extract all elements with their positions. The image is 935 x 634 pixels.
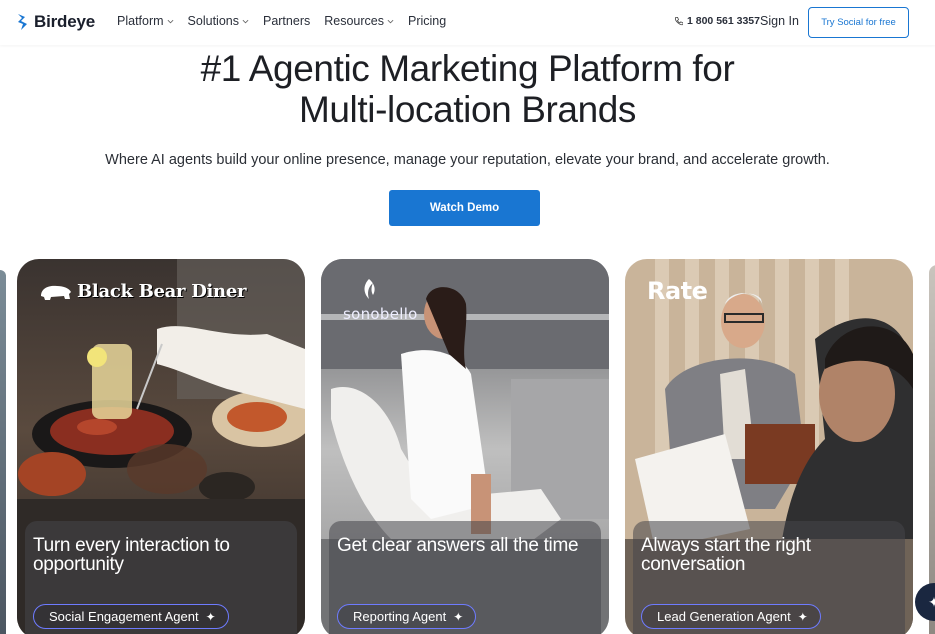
menu-label: Platform xyxy=(117,14,164,28)
main-menu: Platform Solutions Partners Resources Pr… xyxy=(117,14,460,28)
top-navigation: Birdeye Platform Solutions Partners Reso… xyxy=(0,0,935,45)
brand-name: Black Bear Diner xyxy=(77,281,247,302)
menu-item-partners[interactable]: Partners xyxy=(263,14,310,28)
watch-demo-button[interactable]: Watch Demo xyxy=(389,190,540,226)
phone-icon xyxy=(675,16,683,26)
sign-in-link[interactable]: Sign In xyxy=(760,14,799,28)
agent-pill-reporting[interactable]: Reporting Agent ✦ xyxy=(337,604,477,629)
logo-text: Birdeye xyxy=(34,12,95,31)
menu-label: Solutions xyxy=(187,14,239,28)
card-title: Always start the right conversation xyxy=(641,535,811,575)
brand-logo-sonobello: sonobello xyxy=(343,279,418,323)
chevron-down-icon xyxy=(242,19,249,23)
chat-widget-button[interactable]: ✦ xyxy=(915,583,935,621)
brand-name: sonobello xyxy=(343,305,418,323)
card-title: Turn every interaction to opportunity xyxy=(33,535,230,575)
carousel-card-lead-generation[interactable]: Rate Always start the right conversation… xyxy=(625,259,913,634)
agent-pill-lead-generation[interactable]: Lead Generation Agent ✦ xyxy=(641,604,821,629)
headline-line-2: Multi-location Brands xyxy=(298,89,637,130)
sparkle-icon: ✦ xyxy=(797,609,808,624)
sparkle-icon: ✦ xyxy=(453,609,464,624)
hero-headline: #1 Agentic Marketing Platform for Multi-… xyxy=(0,48,935,130)
agent-label: Reporting Agent xyxy=(353,609,447,624)
carousel-card-reporting[interactable]: sonobello Get clear answers all the time… xyxy=(321,259,609,634)
birdeye-logo[interactable]: Birdeye xyxy=(17,12,95,32)
menu-item-pricing[interactable]: Pricing xyxy=(408,14,446,28)
menu-item-platform[interactable]: Platform xyxy=(117,14,174,28)
card-title: Get clear answers all the time xyxy=(337,535,579,556)
menu-item-resources[interactable]: Resources xyxy=(324,14,394,28)
bear-icon xyxy=(41,285,71,300)
menu-label: Resources xyxy=(324,14,384,28)
menu-label: Pricing xyxy=(407,14,447,28)
phone-number: 1 800 561 3357 xyxy=(687,15,760,27)
agent-label: Social Engagement Agent xyxy=(49,609,199,624)
hero-subheadline: Where AI agents build your online presen… xyxy=(105,152,830,168)
sparkle-icon: ✦ xyxy=(205,609,216,624)
agent-pill-social-engagement[interactable]: Social Engagement Agent ✦ xyxy=(33,604,229,629)
carousel-card-peek-left[interactable] xyxy=(0,270,6,634)
phone-link[interactable]: 1 800 561 3357 xyxy=(674,15,760,27)
brand-logo-black-bear-diner: Black Bear Diner xyxy=(39,281,246,302)
headline-line-1: #1 Agentic Marketing Platform for xyxy=(200,48,735,89)
chevron-down-icon xyxy=(167,19,173,23)
menu-label: Partners xyxy=(262,14,311,28)
brand-logo-rate: Rate xyxy=(647,277,708,305)
sonobello-leaf-icon xyxy=(364,279,375,299)
menu-item-solutions[interactable]: Solutions xyxy=(188,14,249,28)
carousel-card-social[interactable]: Black Bear Diner Turn every interaction … xyxy=(17,259,305,634)
chat-icon: ✦ xyxy=(928,593,935,610)
chevron-down-icon xyxy=(387,19,394,23)
birdeye-logo-icon xyxy=(18,14,27,30)
carousel-card-peek-right[interactable] xyxy=(929,265,935,634)
agent-label: Lead Generation Agent xyxy=(657,609,791,624)
try-social-button[interactable]: Try Social for free xyxy=(808,7,909,38)
